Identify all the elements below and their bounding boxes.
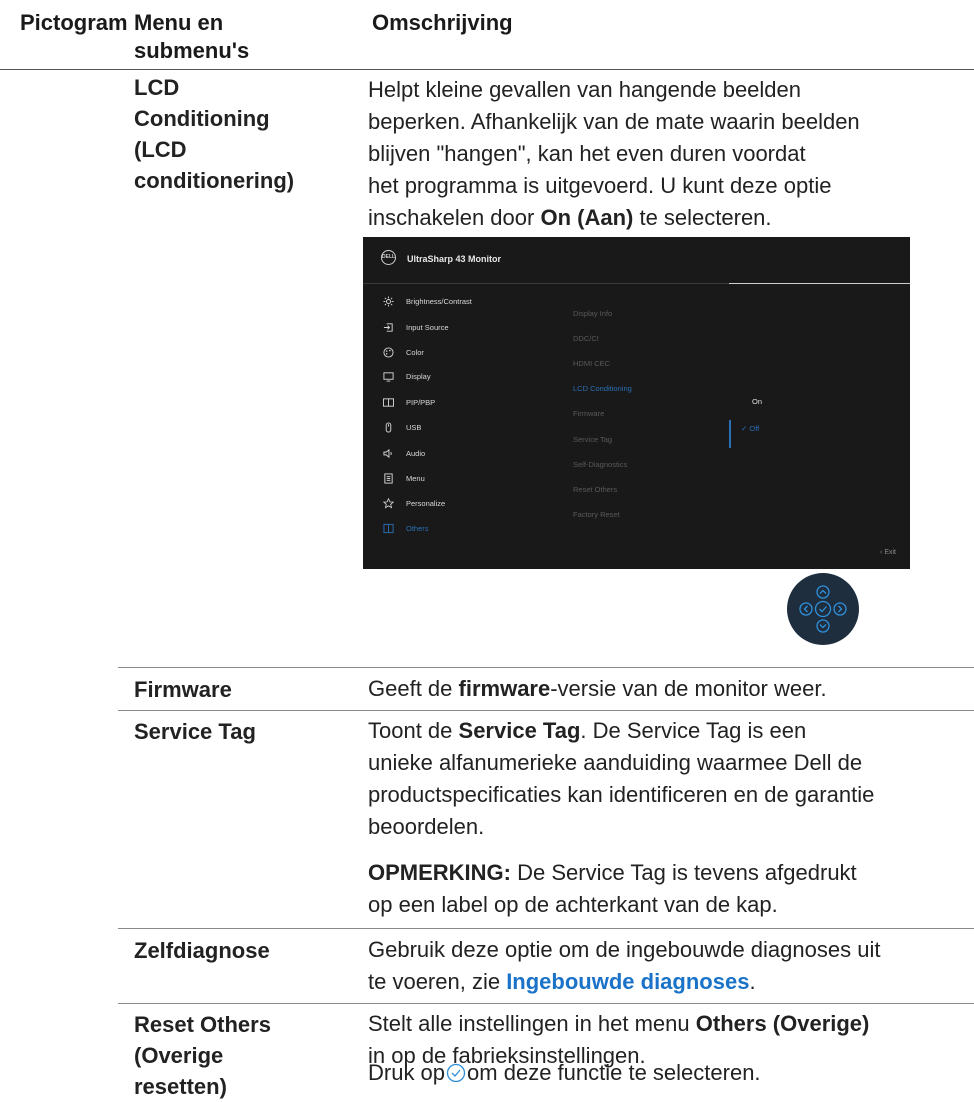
star-icon xyxy=(383,497,394,508)
osd-divider xyxy=(363,283,729,284)
osd-submenu-display-info[interactable]: Display Info xyxy=(573,309,612,318)
menu-icon xyxy=(384,472,393,484)
osd-menu-item-pip-pbp[interactable]: PIP/PBP xyxy=(383,395,435,409)
lcd-conditioning-label: LCD Conditioning (LCD conditionering) xyxy=(134,75,295,193)
osd-menu-item-others[interactable]: Others xyxy=(383,521,429,535)
osd-selection-bar xyxy=(729,420,731,448)
osd-menu-item-personalize[interactable]: Personalize xyxy=(383,496,445,510)
pip-pbp-icon xyxy=(383,397,394,407)
osd-submenu-service-tag[interactable]: Service Tag xyxy=(573,435,612,444)
column-header-menu-line2: submenu's xyxy=(134,38,250,63)
osd-menu-screenshot: DELL UltraSharp 43 Monitor Brightness/Co… xyxy=(363,237,910,569)
color-icon xyxy=(383,346,394,358)
osd-option-off[interactable]: ✓ Off xyxy=(741,424,759,433)
others-icon xyxy=(383,523,394,533)
firmware-description: Geeft de firmware-versie van de monitor … xyxy=(368,676,827,701)
osd-title: UltraSharp 43 Monitor xyxy=(407,254,502,264)
osd-submenu-ddc-ci[interactable]: DDC/CI xyxy=(573,334,599,343)
osd-menu-item-display[interactable]: Display xyxy=(383,369,431,383)
joystick-check-icon xyxy=(446,1063,466,1083)
column-header-description: Omschrijving xyxy=(372,10,513,35)
dell-logo: DELL xyxy=(381,250,396,265)
osd-menu-item-brightness[interactable]: Brightness/Contrast xyxy=(383,294,472,308)
audio-icon xyxy=(383,448,392,458)
column-header-pictogram: Pictogram xyxy=(20,10,128,35)
osd-exit[interactable]: ‹ Exit xyxy=(880,549,896,556)
firmware-label: Firmware xyxy=(134,677,232,702)
osd-menu-item-usb[interactable]: USB xyxy=(383,420,421,434)
osd-submenu-reset-others[interactable]: Reset Others xyxy=(573,485,617,494)
column-header-menu-line1: Menu en xyxy=(134,10,224,35)
osd-submenu-hdmi-cec[interactable]: HDMI CEC xyxy=(573,359,610,368)
self-diagnostics-description: Gebruik deze optie om de ingebouwde diag… xyxy=(368,937,881,994)
brightness-icon xyxy=(383,295,394,307)
osd-submenu-firmware[interactable]: Firmware xyxy=(573,409,604,418)
usb-icon xyxy=(385,421,392,433)
row-divider xyxy=(118,1003,974,1004)
self-diagnostics-label: Zelfdiagnose xyxy=(134,938,270,963)
joystick-icon xyxy=(787,573,859,645)
osd-option-on[interactable]: On xyxy=(752,397,762,406)
osd-menu-item-menu[interactable]: Menu xyxy=(383,471,425,485)
row-divider xyxy=(118,710,974,711)
reset-others-instruction: Druk op om deze functie te selecteren. xyxy=(368,1060,761,1085)
service-tag-note: OPMERKING: De Service Tag is tevens afge… xyxy=(368,860,857,917)
osd-submenu-self-diagnostics[interactable]: Self-Diagnostics xyxy=(573,460,627,469)
service-tag-description: Toont de Service Tag. De Service Tag is … xyxy=(368,718,875,839)
built-in-diagnostics-link[interactable]: Ingebouwde diagnoses xyxy=(506,969,749,994)
osd-menu-item-color[interactable]: Color xyxy=(383,345,424,359)
osd-menu-item-input-source[interactable]: Input Source xyxy=(383,320,449,334)
input-source-icon xyxy=(383,322,393,332)
row-divider xyxy=(118,667,974,668)
osd-submenu-lcd-conditioning[interactable]: LCD Conditioning xyxy=(573,384,632,393)
lcd-conditioning-description: Helpt kleine gevallen van hangende beeld… xyxy=(368,77,860,230)
osd-menu-item-audio[interactable]: Audio xyxy=(383,446,425,460)
reset-others-label: Reset Others (Overige resetten) xyxy=(134,1012,271,1099)
osd-divider-right xyxy=(729,283,910,284)
display-icon xyxy=(383,371,394,382)
osd-submenu-factory-reset[interactable]: Factory Reset xyxy=(573,510,620,519)
header-divider xyxy=(0,69,974,70)
service-tag-label: Service Tag xyxy=(134,719,256,744)
row-divider xyxy=(118,928,974,929)
